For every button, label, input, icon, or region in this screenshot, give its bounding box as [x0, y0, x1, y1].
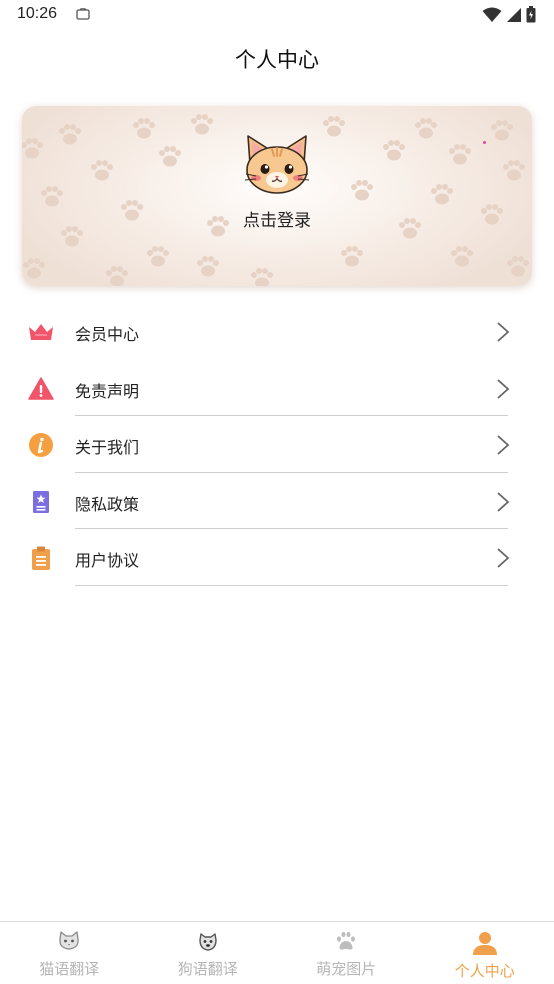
- profile-screen: 10:26 个人中心 点击登录 会员中心 免责声明 关于我们 隐私政策 用户协议…: [0, 0, 554, 984]
- menu-item-label: 关于我们: [75, 438, 140, 458]
- chevron-right-icon: [497, 548, 510, 569]
- bottom-nav: 猫语翻译 狗语翻译 萌宠图片 个人中心: [0, 921, 554, 984]
- chevron-right-icon: [497, 322, 510, 342]
- menu-item-label: 免责声明: [75, 381, 140, 401]
- chevron-right-icon: [497, 378, 510, 399]
- login-card[interactable]: 点击登录: [22, 106, 532, 286]
- tab-label: 猫语翻译: [39, 960, 100, 978]
- status-time: 10:26: [17, 5, 58, 22]
- cat-face-icon: [59, 931, 79, 950]
- dog-face-icon: [199, 933, 217, 951]
- clipboard-notification-icon: [76, 8, 90, 20]
- cat-avatar-icon[interactable]: [242, 134, 312, 196]
- tab-label: 个人中心: [454, 962, 515, 980]
- divider: [75, 584, 508, 586]
- tab-cat-translate[interactable]: 猫语翻译: [0, 922, 139, 984]
- tab-dog-translate[interactable]: 狗语翻译: [139, 922, 278, 984]
- decorative-dot: [483, 141, 486, 144]
- menu-item-label: 会员中心: [75, 325, 140, 344]
- info-icon: [29, 433, 53, 458]
- clipboard-icon: [32, 546, 50, 571]
- page-title: 个人中心: [235, 48, 319, 72]
- menu-item-user-agreement[interactable]: 用户协议: [0, 529, 554, 586]
- menu-item-disclaimer[interactable]: 免责声明: [0, 360, 554, 417]
- document-star-icon: [33, 490, 49, 513]
- warning-icon: [28, 376, 54, 400]
- person-icon: [472, 932, 497, 955]
- menu-item-membership[interactable]: 会员中心: [0, 303, 554, 360]
- crown-icon: [29, 324, 53, 340]
- menu-item-label: 用户协议: [75, 551, 140, 571]
- tab-label: 萌宠图片: [316, 960, 377, 978]
- login-button-label[interactable]: 点击登录: [22, 206, 532, 231]
- tab-cute-pet-pictures[interactable]: 萌宠图片: [277, 922, 416, 984]
- signal-icon: [507, 7, 521, 22]
- status-bar: 10:26: [0, 0, 554, 30]
- battery-icon: [526, 6, 536, 23]
- paw-icon: [337, 931, 356, 950]
- paw-pattern-background: [22, 114, 529, 286]
- settings-menu: 会员中心 免责声明 关于我们 隐私政策 用户协议: [0, 303, 554, 586]
- menu-item-label: 隐私政策: [75, 494, 140, 514]
- tab-label: 狗语翻译: [177, 960, 238, 978]
- menu-item-about-us[interactable]: 关于我们: [0, 416, 554, 473]
- chevron-right-icon: [497, 492, 510, 512]
- chevron-right-icon: [497, 435, 510, 455]
- status-icons: [482, 6, 536, 23]
- wifi-icon: [482, 7, 502, 22]
- tab-profile[interactable]: 个人中心: [416, 922, 554, 984]
- menu-item-privacy-policy[interactable]: 隐私政策: [0, 473, 554, 530]
